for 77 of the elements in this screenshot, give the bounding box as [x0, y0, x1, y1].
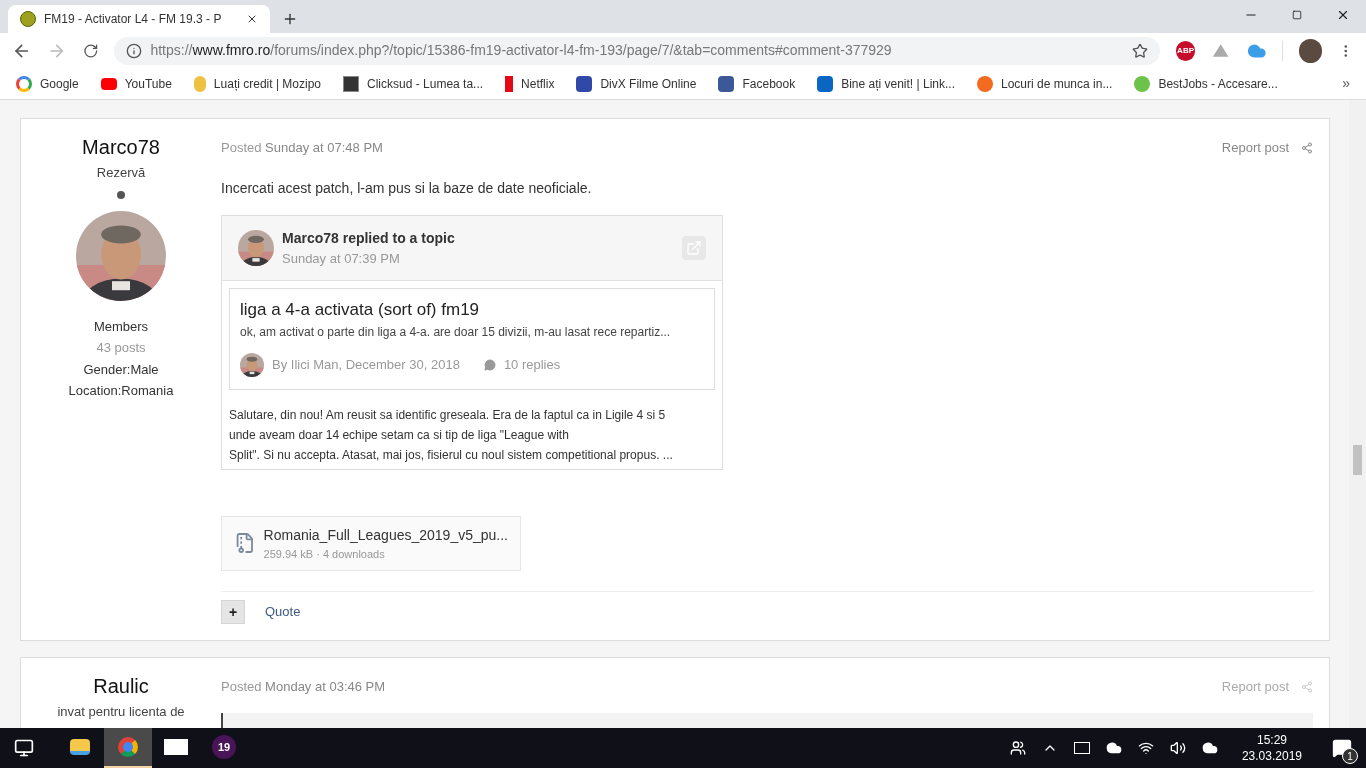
- bookmark-item[interactable]: Google: [16, 74, 79, 93]
- attachment-meta: 259.94 kB · 4 downloads: [263, 546, 386, 562]
- clapper-icon: [576, 75, 593, 92]
- member-rank: invat pentru licenta de: [57, 703, 185, 721]
- volume-icon[interactable]: [1169, 740, 1186, 756]
- bookmark-item[interactable]: YouTube: [100, 74, 172, 93]
- embed-text-line: unde aveam doar 14 echipe setam ca si tip de liga "League with: [229, 426, 570, 444]
- embed-header[interactable]: Marco78 replied to a topic: [282, 227, 455, 249]
- more-bookmarks[interactable]: »: [1342, 73, 1350, 94]
- post-date: Posted Sunday at 07:48 PM: [221, 139, 383, 157]
- gender-text: Gender:Male: [83, 360, 159, 379]
- notification-button[interactable]: 1: [1326, 732, 1358, 764]
- attachment-name: Romania_Full_Leagues_2019_v5_pu...: [263, 525, 508, 545]
- new-tab-icon[interactable]: [282, 11, 298, 27]
- topic-meta: By Ilici Man, December 30, 2018: [272, 355, 460, 374]
- report-link[interactable]: Report post: [1221, 138, 1289, 158]
- location-text: Location:Romania: [68, 382, 174, 400]
- linkedin-icon: [817, 75, 834, 92]
- multiquote-button[interactable]: +: [221, 600, 245, 624]
- scrollbar[interactable]: [1349, 100, 1366, 728]
- envelope-icon: [164, 739, 188, 755]
- member-rank: Rezervă: [96, 164, 146, 182]
- fm-icon: 19: [212, 735, 236, 759]
- taskbar-app[interactable]: [104, 728, 152, 768]
- bookmark-item[interactable]: Locuri de munca in...: [977, 74, 1113, 93]
- embed-text-line: Salutare, din nou! Am reusit sa identific greseala. Era de la faptul ca in Ligile 4 si 5: [229, 406, 667, 424]
- abp-icon[interactable]: ABP: [1175, 40, 1196, 61]
- leaf-icon: [1134, 75, 1151, 92]
- wifi-icon[interactable]: [1137, 740, 1154, 756]
- folder-icon: [70, 739, 90, 755]
- browser-tab[interactable]: FM19 - Activator L4 - FM 19.3 - P: [8, 5, 270, 33]
- reload-icon[interactable]: [82, 42, 99, 59]
- topic-title[interactable]: liga a 4-a activata (sort of) fm19: [240, 297, 704, 323]
- embed-time: Sunday at 07:39 PM: [282, 249, 401, 268]
- author-name[interactable]: Raulic: [93, 674, 149, 698]
- chrome-icon: [118, 737, 138, 757]
- member-group: Members: [93, 316, 149, 336]
- coin-icon: [193, 75, 206, 92]
- share-icon[interactable]: [1301, 141, 1313, 154]
- bookmark-item[interactable]: DivX Filme Online: [576, 74, 697, 93]
- reply-count: 10 replies: [503, 355, 561, 374]
- bookmark-item[interactable]: Luați credit | Mozipo: [193, 74, 322, 93]
- box-icon: [343, 75, 360, 92]
- site-icon: [20, 11, 36, 27]
- people-icon[interactable]: [1009, 740, 1026, 756]
- bookmark-item[interactable]: BestJobs - Accesare...: [1134, 74, 1278, 93]
- comment-icon: [483, 358, 496, 371]
- topic-excerpt: ok, am activat o parte din liga a 4-a. are doar 15 divizii, m-au lasat rece repartiz...: [240, 323, 672, 341]
- play-icon: [100, 77, 117, 90]
- bookmark-item[interactable]: Netflix: [505, 74, 555, 93]
- netflix-icon: [505, 75, 514, 92]
- clock-time: 15:29: [1256, 732, 1287, 748]
- bookmark-star-icon[interactable]: [1131, 42, 1148, 59]
- google-icon: [16, 75, 32, 92]
- notification-count: 1: [1342, 748, 1358, 764]
- post-text: Incercati acest patch, l-am pus si la baze de date neoficiale.: [221, 178, 593, 198]
- quote-link[interactable]: Quote: [265, 602, 301, 622]
- cloud-icon[interactable]: [1105, 740, 1122, 756]
- url-text: https://www.fmro.ro/forums/index.php?/topic/15386-fm19-activator-l4-fm-193/page/7/&tab=comments#comment-377929: [150, 41, 893, 60]
- attachment-card[interactable]: Romania_Full_Leagues_2019_v5_pu... 259.94 kB · 4 downloads: [221, 515, 521, 571]
- address-bar[interactable]: https://www.fmro.ro/forums/index.php?/topic/15386-fm19-activator-l4-fm-193/page/7/&tab=comments#comment-377929: [114, 36, 1160, 65]
- author-name[interactable]: Marco78: [82, 135, 160, 159]
- bookmark-item[interactable]: Clicksud - Lumea ta...: [343, 74, 484, 93]
- clock-date: 23.03.2019: [1241, 748, 1302, 764]
- bookmark-item[interactable]: Bine ați venit! | Link...: [817, 74, 955, 93]
- facebook-icon: [718, 75, 735, 92]
- close-tab-icon[interactable]: [246, 13, 258, 25]
- embed-text-line: Split". Si nu accepta. Atasat, mai jos, fisierul cu noul sistem competitional propus. ...: [229, 446, 674, 464]
- post-count: 43 posts: [96, 339, 146, 357]
- info-icon: [126, 42, 143, 59]
- bookmark-item[interactable]: Facebook: [718, 74, 796, 93]
- post-date: Posted Monday at 03:46 PM: [221, 678, 386, 696]
- cloud-icon[interactable]: [1201, 740, 1218, 756]
- taskbar-app[interactable]: 19: [200, 728, 248, 768]
- round-logo-icon: [977, 75, 993, 92]
- profile-avatar[interactable]: [1299, 38, 1323, 63]
- tab-title: FM19 - Activator L4 - FM 19.3 - P: [44, 11, 223, 28]
